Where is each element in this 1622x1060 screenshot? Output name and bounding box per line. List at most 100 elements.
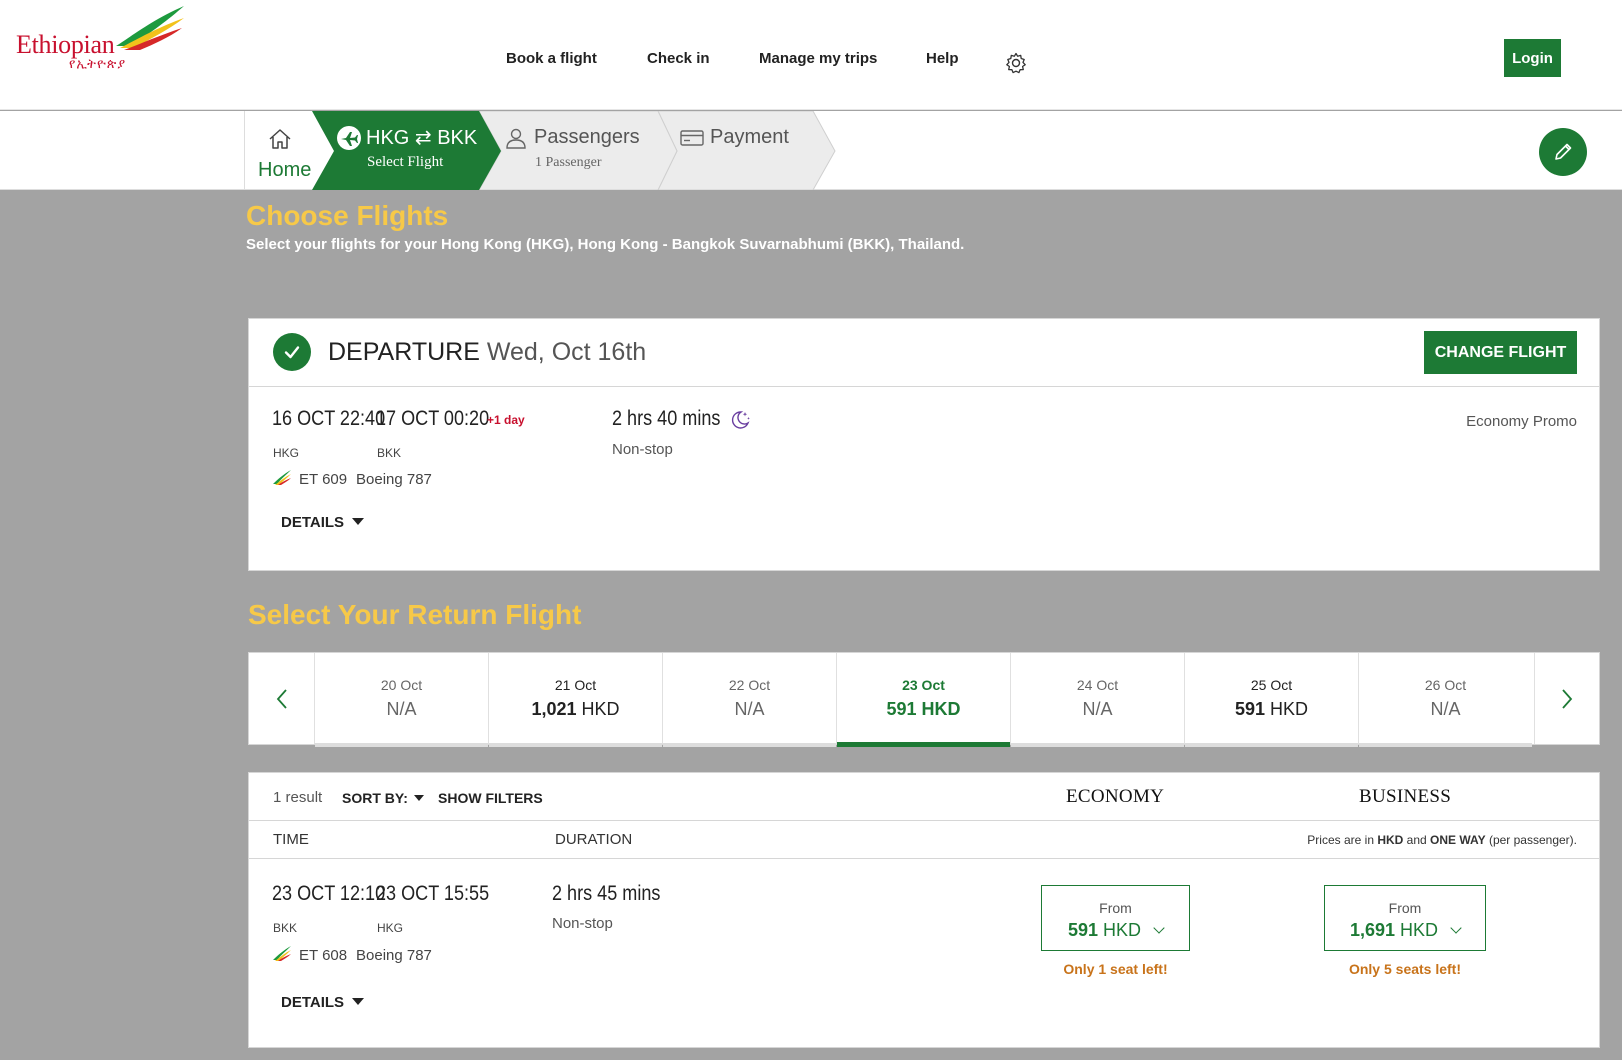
- date-option[interactable]: 26 Oct N/A: [1358, 653, 1532, 747]
- date-label: 20 Oct: [380, 677, 423, 693]
- date-price: N/A: [1082, 699, 1113, 719]
- cabin-header-economy: ECONOMY: [1066, 786, 1165, 807]
- stops-label: Non-stop: [612, 441, 673, 458]
- business-seats-left: Only 5 seats left!: [1348, 961, 1462, 977]
- date-carousel: 20 Oct N/A 21 Oct 1,021 HKD 22 Oct N/A 2…: [248, 652, 1600, 747]
- departure-airport-code: HKG: [273, 446, 300, 460]
- date-label: 26 Oct: [1424, 677, 1467, 693]
- top-header: Ethiopian የኢትዮጵያ Book a flight Check in …: [0, 0, 1622, 110]
- edit-search-button[interactable]: [1539, 128, 1587, 176]
- step-payment[interactable]: Payment: [680, 111, 820, 190]
- nav-book-flight[interactable]: Book a flight: [506, 50, 597, 67]
- business-fare-price: 1,691 HKD: [1325, 920, 1485, 941]
- check-circle-icon: [273, 333, 311, 371]
- logo-feather-icon: [116, 6, 184, 50]
- economy-seats-left: Only 1 seat left!: [1063, 961, 1168, 977]
- col-time: TIME: [273, 831, 309, 848]
- caret-down-icon: [352, 998, 365, 1005]
- date-price: N/A: [386, 699, 417, 719]
- date-option[interactable]: 25 Oct 591 HKD: [1184, 653, 1358, 747]
- departure-header: DEPARTURE Wed, Oct 16th CHANGE FLIGHT: [249, 319, 1599, 387]
- nav-manage-trips[interactable]: Manage my trips: [759, 50, 877, 67]
- next-dates-button[interactable]: [1534, 653, 1599, 744]
- details-label: DETAILS: [281, 514, 345, 531]
- date-underline: [663, 743, 836, 747]
- date-label: 25 Oct: [1250, 677, 1293, 693]
- chevron-right-icon: [1562, 688, 1573, 709]
- departure-date: Wed, Oct 16th: [486, 338, 647, 366]
- return-details-toggle[interactable]: DETAILS: [281, 994, 365, 1011]
- date-price: N/A: [1430, 699, 1461, 719]
- economy-fare-button[interactable]: From 591 HKD: [1041, 885, 1190, 951]
- date-underline: [489, 743, 662, 747]
- results-toolbar: 1 result SORT BY: SHOW FILTERS ECONOMY B…: [249, 773, 1599, 821]
- departure-details-toggle[interactable]: DETAILS: [281, 514, 365, 531]
- chevron-down-icon: [1153, 922, 1165, 934]
- arrival-time: 17 OCT 00:20: [376, 407, 490, 430]
- date-price: 591 HKD: [886, 699, 961, 719]
- departure-time: 23 OCT 12:10: [272, 882, 386, 905]
- login-button[interactable]: Login: [1504, 39, 1561, 77]
- step-passengers-sub: 1 Passenger: [535, 155, 602, 170]
- departure-title: DEPARTURE Wed, Oct 16th: [328, 338, 646, 367]
- result-count: 1 result: [273, 789, 323, 806]
- business-fare-button[interactable]: From 1,691 HKD: [1324, 885, 1486, 951]
- step-passengers-label: Passengers: [534, 126, 640, 148]
- aircraft-type: Boeing 787: [356, 471, 432, 488]
- date-label: 21 Oct: [554, 677, 597, 693]
- date-underline: [1359, 743, 1532, 747]
- step-select-flight[interactable]: HKG ⇄ BKK Select Flight: [334, 111, 484, 190]
- credit-card-icon: [680, 130, 704, 146]
- nav-check-in[interactable]: Check in: [647, 50, 710, 67]
- arrival-airport-code: BKK: [377, 446, 402, 460]
- step-route-sub: Select Flight: [367, 154, 444, 170]
- sort-by-dropdown[interactable]: SORT BY:: [342, 790, 424, 806]
- results-card: 1 result SORT BY: SHOW FILTERS ECONOMY B…: [248, 772, 1600, 1048]
- aircraft-type: Boeing 787: [356, 947, 432, 964]
- step-home[interactable]: Home: [244, 111, 314, 190]
- page-title: Choose Flights: [246, 200, 449, 231]
- chevron-down-icon: [1450, 922, 1462, 934]
- date-underline: [837, 742, 1010, 747]
- date-option[interactable]: 21 Oct 1,021 HKD: [488, 653, 662, 747]
- prev-dates-button[interactable]: [249, 653, 314, 744]
- date-label: 23 Oct: [902, 677, 945, 693]
- date-label: 22 Oct: [728, 677, 771, 693]
- departure-airport-code: BKK: [273, 921, 298, 935]
- booking-steps: Home HKG ⇄ BKK Select Flight Passengers …: [244, 111, 844, 190]
- flight-duration: 2 hrs 40 mins: [612, 407, 721, 430]
- date-option[interactable]: 22 Oct N/A: [662, 653, 836, 747]
- departure-time: 16 OCT 22:40: [272, 407, 386, 430]
- date-price: N/A: [734, 699, 765, 719]
- page-subtitle: Select your flights for your Hong Kong (…: [246, 236, 965, 253]
- nav-help[interactable]: Help: [926, 50, 959, 67]
- airline-logo-icon: [273, 470, 291, 485]
- home-icon: [269, 129, 291, 149]
- price-note: Prices are in HKD and ONE WAY (per passe…: [1307, 833, 1577, 847]
- date-label: 24 Oct: [1076, 677, 1119, 693]
- ethiopian-logo[interactable]: Ethiopian የኢትዮጵያ: [16, 6, 184, 76]
- caret-down-icon: [352, 518, 365, 525]
- arrival-airport-code: HKG: [377, 921, 404, 935]
- step-passengers[interactable]: Passengers 1 Passenger: [504, 111, 664, 190]
- flight-number: ET 609: [299, 471, 348, 488]
- date-underline: [1011, 743, 1184, 747]
- date-price: 591 HKD: [1234, 699, 1309, 719]
- caret-down-icon: [413, 795, 424, 801]
- fare-from-label: From: [1388, 900, 1422, 916]
- date-price: 1,021 HKD: [531, 699, 620, 719]
- plus-day-badge: +1 day: [487, 413, 525, 427]
- date-option[interactable]: 20 Oct N/A: [314, 653, 488, 747]
- fare-from-label: From: [1099, 900, 1132, 916]
- show-filters-button[interactable]: SHOW FILTERS: [438, 790, 543, 806]
- sort-by-label: SORT BY:: [342, 790, 408, 806]
- change-flight-button[interactable]: CHANGE FLIGHT: [1424, 331, 1577, 374]
- departure-label: DEPARTURE: [328, 338, 480, 366]
- step-payment-label: Payment: [710, 126, 789, 148]
- stops-label: Non-stop: [552, 915, 613, 932]
- arrival-time: 23 OCT 15:55: [376, 882, 490, 905]
- date-option[interactable]: 24 Oct N/A: [1010, 653, 1184, 747]
- chevron-left-icon: [276, 688, 287, 709]
- date-option-selected[interactable]: 23 Oct 591 HKD: [836, 653, 1010, 747]
- gear-icon[interactable]: [1004, 51, 1028, 75]
